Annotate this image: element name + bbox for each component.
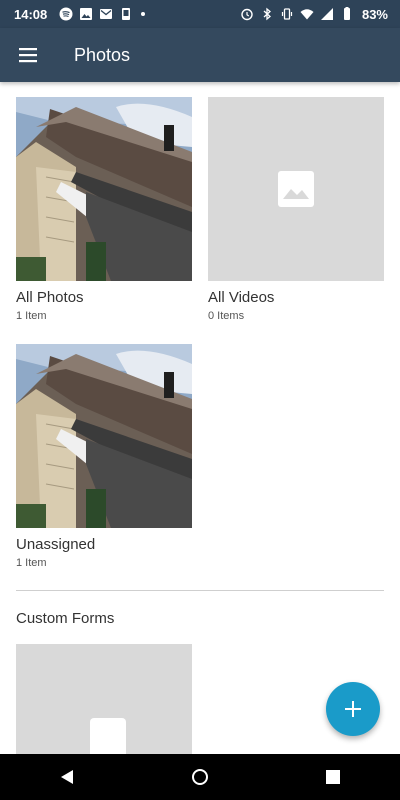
add-button[interactable]	[326, 682, 380, 736]
back-triangle-icon	[60, 770, 73, 784]
wifi-icon	[300, 9, 314, 20]
vibrate-icon	[281, 8, 293, 20]
battery-icon	[343, 7, 350, 20]
nav-recents-button[interactable]	[303, 754, 363, 800]
status-bar: 14:08 83%	[0, 0, 400, 28]
system-nav-bar	[0, 754, 400, 800]
alarm-icon	[241, 8, 253, 21]
status-time: 14:08	[14, 6, 48, 22]
album-count: 0 Items	[208, 310, 245, 322]
video-thumbnail-placeholder	[208, 97, 384, 281]
status-left: 14:08	[14, 6, 146, 22]
page-title: Photos	[74, 44, 131, 65]
image-placeholder-icon	[90, 718, 126, 754]
album-all-videos[interactable]: All Videos 0 Items	[208, 97, 384, 322]
bluetooth-icon	[263, 7, 271, 21]
main-content[interactable]: All Photos 1 Item All Videos 0 Items Una…	[0, 82, 400, 754]
album-count: 1 Item	[16, 310, 47, 322]
album-count: 1 Item	[16, 557, 47, 569]
nav-home-button[interactable]	[170, 754, 230, 800]
more-notifications-icon	[141, 12, 146, 16]
app-bar: Photos	[0, 28, 400, 82]
album-unassigned[interactable]: Unassigned 1 Item	[16, 344, 192, 569]
album-title: Unassigned	[16, 536, 96, 553]
phone-notification-icon	[122, 8, 131, 20]
gmail-icon	[100, 9, 113, 19]
custom-form-thumbnail[interactable]	[16, 644, 192, 754]
home-circle-icon	[191, 769, 208, 785]
plus-icon	[345, 701, 361, 717]
status-right: 83%	[240, 7, 388, 22]
image-placeholder-icon	[278, 171, 314, 207]
cell-signal-icon	[320, 8, 333, 20]
nav-back-button[interactable]	[37, 754, 97, 800]
custom-forms-heading: Custom Forms	[16, 610, 115, 627]
hamburger-menu-icon	[19, 48, 37, 63]
section-divider	[16, 590, 384, 591]
battery-percentage: 83%	[361, 6, 388, 22]
menu-button[interactable]	[0, 28, 56, 82]
recents-square-icon	[326, 770, 341, 784]
house-roof-photo	[16, 97, 192, 281]
album-all-photos[interactable]: All Photos 1 Item	[16, 97, 192, 322]
album-title: All Photos	[16, 289, 84, 306]
house-roof-photo	[16, 344, 192, 528]
image-notification-icon	[80, 8, 93, 20]
spotify-icon	[59, 7, 73, 21]
album-title: All Videos	[208, 289, 275, 306]
